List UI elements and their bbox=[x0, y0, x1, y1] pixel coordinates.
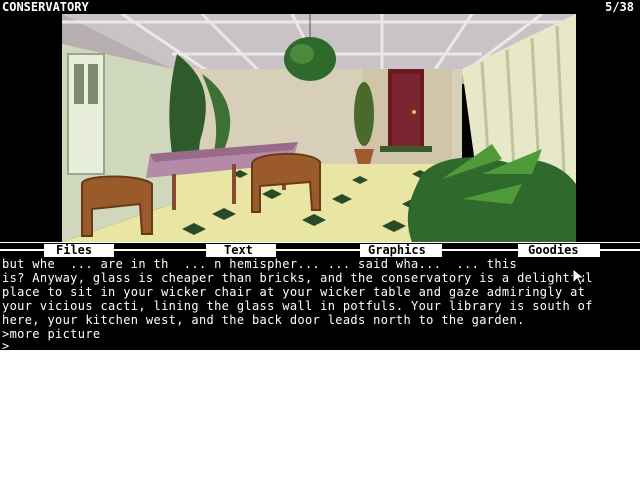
menu-goodies-label: Goodies bbox=[528, 243, 579, 257]
menu-graphics-label: Graphics bbox=[368, 243, 426, 257]
menu-text-label: Text bbox=[224, 243, 253, 257]
menu-graphics[interactable]: Graphics bbox=[360, 243, 442, 258]
mouse-pointer-icon bbox=[572, 268, 586, 286]
menu-files[interactable]: Files bbox=[44, 243, 114, 258]
text-line: but whe ... are in th ... n hemispher...… bbox=[2, 257, 518, 271]
text-line: is? Anyway, glass is cheaper than bricks… bbox=[2, 271, 593, 285]
text-line: here, your kitchen west, and the back do… bbox=[2, 313, 525, 327]
score-counter: 5/38 bbox=[605, 0, 634, 14]
status-bar: CONSERVATORY 5/38 bbox=[0, 0, 640, 14]
conservatory-picture bbox=[62, 14, 576, 242]
location-name: CONSERVATORY bbox=[2, 0, 89, 14]
text-line: your vicious cacti, lining the glass wal… bbox=[2, 299, 593, 313]
command-history: >more picture bbox=[2, 327, 101, 341]
text-line: place to sit in your wicker chair at you… bbox=[2, 285, 586, 299]
text-window: but whe ... are in th ... n hemispher...… bbox=[0, 257, 640, 350]
menu-goodies[interactable]: Goodies bbox=[518, 243, 600, 258]
menu-files-label: Files bbox=[56, 243, 93, 257]
graphics-window bbox=[0, 14, 640, 242]
command-prompt[interactable]: > bbox=[2, 339, 10, 350]
menu-text[interactable]: Text bbox=[206, 243, 276, 258]
menu-bar: Files Text Graphics Goodies bbox=[0, 243, 640, 258]
